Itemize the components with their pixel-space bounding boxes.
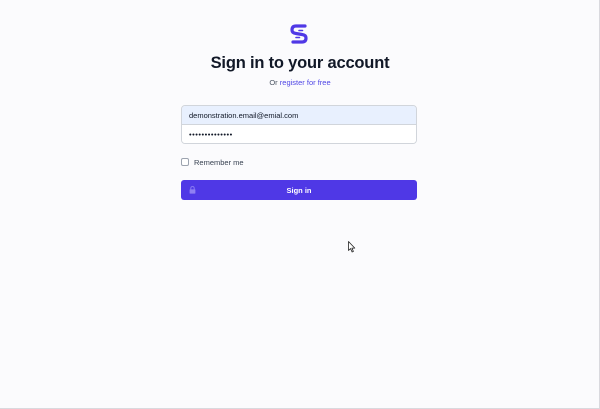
sign-in-button[interactable]: Sign in — [181, 180, 417, 200]
register-link[interactable]: register for free — [280, 78, 331, 87]
password-field[interactable] — [182, 125, 416, 143]
remember-me-row: Remember me — [181, 157, 244, 167]
sign-in-label: Sign in — [286, 185, 312, 195]
logo-s-icon — [290, 24, 308, 44]
mouse-cursor-icon — [348, 241, 356, 253]
register-prompt-prefix: Or — [269, 78, 278, 87]
email-field[interactable] — [182, 106, 416, 125]
credentials-group — [181, 105, 417, 144]
page-title: Sign in to your account — [210, 54, 390, 72]
remember-me-checkbox[interactable] — [181, 158, 189, 166]
register-prompt: Or register for free — [0, 78, 600, 87]
login-page: Sign in to your account Or register for … — [0, 0, 600, 409]
remember-me-label: Remember me — [194, 157, 244, 167]
lock-icon — [189, 186, 196, 194]
